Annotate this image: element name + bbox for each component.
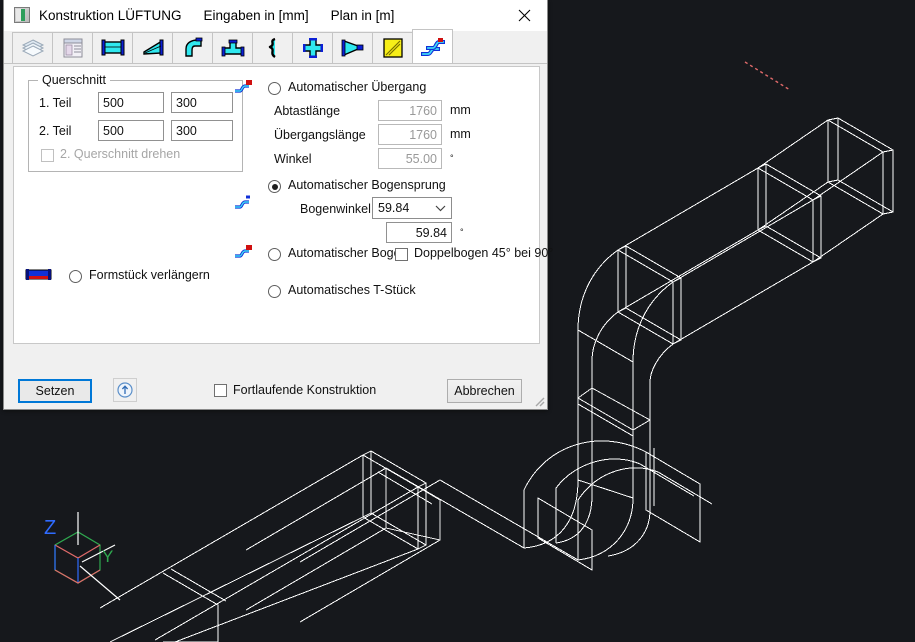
teil2-label: 2. Teil	[39, 124, 72, 138]
cone-reducer-icon	[341, 39, 363, 57]
elbow-duct-icon	[184, 37, 202, 57]
label-automatischer-uebergang: Automatischer Übergang	[288, 80, 427, 94]
duct-run-icon-bogen	[233, 244, 253, 265]
abbrechen-button[interactable]: Abbrechen	[447, 379, 522, 403]
querschnitt-groupbox: Querschnitt 1. Teil 2. Teil 2. Querschni…	[28, 73, 243, 172]
bogenwinkel-combo-value: 59.84	[378, 201, 410, 215]
label-formstueck-verlaengern: Formstück verlängern	[89, 268, 210, 282]
winkel-unit: °	[450, 153, 454, 163]
hex-solid-icon	[21, 39, 44, 57]
tab-duct-run[interactable]	[412, 29, 453, 63]
bogenwinkel-label: Bogenwinkel:	[300, 202, 375, 216]
tab-cap-reducer[interactable]	[332, 32, 373, 63]
winkel-input[interactable]	[378, 148, 442, 169]
duct-run-icon	[420, 37, 445, 56]
list-window-icon	[63, 38, 82, 58]
bogenwinkel-value-input[interactable]	[386, 222, 452, 243]
tab-straight-duct[interactable]	[92, 32, 133, 63]
teil1-width-input[interactable]	[98, 92, 164, 113]
close-icon	[518, 9, 530, 22]
window-subtitle-plan: Plan in [m]	[330, 7, 395, 23]
tab-transition[interactable]	[132, 32, 173, 63]
radio-formstueck-verlaengern[interactable]	[69, 270, 82, 283]
abtastlaenge-input[interactable]	[378, 100, 442, 121]
blue-duct-bar-icon	[25, 269, 52, 280]
duct-run-icon	[235, 245, 252, 258]
straight-duct-icon	[101, 39, 124, 56]
duct-run-icon-bogensprung	[233, 195, 253, 216]
app-window-icon	[14, 7, 30, 23]
up-arrow-circle-icon	[117, 382, 133, 398]
setzen-button[interactable]: Setzen	[18, 379, 92, 403]
radio-automatischer-bogen[interactable]	[268, 248, 281, 261]
winkel-label: Winkel	[274, 152, 312, 166]
teil1-label: 1. Teil	[39, 96, 72, 110]
duct-run-icon	[235, 80, 252, 93]
title-bar: Konstruktion LÜFTUNG Eingaben in [mm] Pl…	[4, 0, 547, 31]
tee-duct-icon	[221, 39, 244, 57]
fortlaufende-konstruktion-checkbox[interactable]	[214, 384, 227, 397]
label-automatisches-tstueck: Automatisches T-Stück	[288, 283, 416, 297]
duct-run-icon	[235, 195, 250, 209]
tab-measure[interactable]	[372, 32, 413, 63]
duct-run-icon-uebergang	[233, 79, 253, 100]
label-automatischer-bogensprung: Automatischer Bogensprung	[288, 178, 446, 192]
window-title: Konstruktion LÜFTUNG	[39, 7, 182, 23]
close-button[interactable]	[501, 0, 547, 31]
tab-cross[interactable]	[292, 32, 333, 63]
radio-automatischer-bogensprung[interactable]	[268, 180, 281, 193]
abtastlaenge-unit: mm	[450, 103, 471, 117]
resize-grip-icon	[535, 397, 545, 407]
uebergangslaenge-input[interactable]	[378, 124, 442, 145]
axis-label-y: Y	[102, 547, 113, 566]
fortlaufende-konstruktion-label: Fortlaufende Konstruktion	[233, 383, 377, 397]
tab-elbow[interactable]	[172, 32, 213, 63]
transition-duct-icon	[142, 39, 163, 56]
blue-duct-bar-icon	[25, 268, 52, 287]
window-subtitle-units: Eingaben in [mm]	[203, 7, 309, 23]
teil1-height-input[interactable]	[171, 92, 233, 113]
doppelbogen-checkbox[interactable]	[395, 248, 408, 261]
uebergangslaenge-unit: mm	[450, 127, 471, 141]
tab-tee[interactable]	[212, 32, 253, 63]
querschnitt-legend: Querschnitt	[38, 73, 110, 87]
teil2-height-input[interactable]	[171, 120, 233, 141]
axis-label-z: Z	[44, 517, 56, 539]
radio-automatisches-tstueck[interactable]	[268, 285, 281, 298]
tab-properties[interactable]	[52, 32, 93, 63]
querschnitt-drehen-checkbox[interactable]	[41, 149, 54, 162]
yellow-diagonal-icon	[382, 38, 403, 58]
flexible-duct-icon	[268, 37, 276, 58]
info-button[interactable]	[113, 378, 137, 402]
konstruktion-dialog: Konstruktion LÜFTUNG Eingaben in [mm] Pl…	[3, 0, 553, 410]
abtastlaenge-label: Abtastlänge	[274, 104, 341, 118]
toolbar-tabstrip	[4, 29, 547, 64]
tab-flexible[interactable]	[252, 32, 293, 63]
querschnitt-drehen-label: 2. Querschnitt drehen	[60, 147, 181, 161]
bogenwinkel-unit: °	[460, 227, 464, 237]
radio-automatischer-uebergang[interactable]	[268, 82, 281, 95]
chevron-down-icon	[429, 204, 451, 212]
bogenwinkel-combobox[interactable]: 59.84	[372, 197, 452, 219]
doppelbogen-label: Doppelbogen 45° bei 90°	[414, 246, 554, 260]
tab-solid[interactable]	[12, 32, 53, 63]
teil2-width-input[interactable]	[98, 120, 164, 141]
cross-duct-icon	[302, 38, 323, 58]
uebergangslaenge-label: Übergangslänge	[274, 128, 366, 142]
settings-panel: Querschnitt 1. Teil 2. Teil 2. Querschni…	[13, 66, 553, 344]
label-automatischer-bogen: Automatischer Bogen	[288, 246, 408, 260]
